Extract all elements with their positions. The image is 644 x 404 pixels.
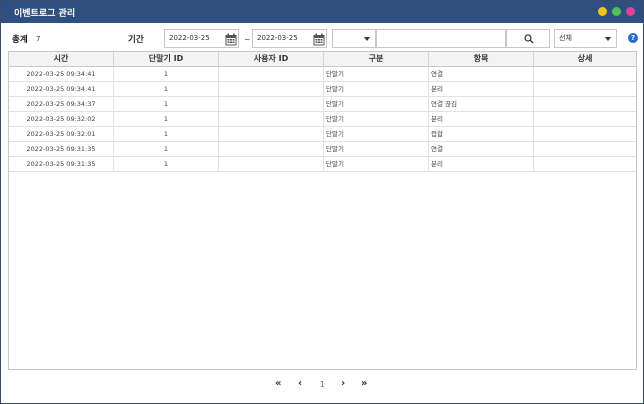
cell-category: 단말기 bbox=[324, 142, 429, 156]
window-controls bbox=[598, 7, 635, 16]
table-header: 시간 단말기 ID 사용자 ID 구분 항목 상세 bbox=[9, 52, 636, 67]
help-icon[interactable]: ? bbox=[628, 33, 638, 43]
column-header-user-id[interactable]: 사용자 ID bbox=[219, 52, 324, 66]
cell-user-id bbox=[219, 142, 324, 156]
cell-category: 단말기 bbox=[324, 97, 429, 111]
cell-detail bbox=[534, 127, 636, 141]
cell-detail bbox=[534, 142, 636, 156]
search-icon bbox=[524, 34, 534, 44]
search-button[interactable] bbox=[506, 29, 550, 48]
scope-value: 선체 bbox=[559, 34, 572, 42]
column-header-item[interactable]: 항목 bbox=[429, 52, 534, 66]
table-row[interactable]: 2022-03-25 09:31:35 1 단말기 연결 bbox=[9, 142, 636, 157]
calendar-icon[interactable] bbox=[313, 33, 325, 46]
table-row[interactable]: 2022-03-25 09:34:37 1 단말기 연결 끊김 bbox=[9, 97, 636, 112]
table-row[interactable]: 2022-03-25 09:32:01 1 단말기 접합 bbox=[9, 127, 636, 142]
cell-time: 2022-03-25 09:34:41 bbox=[9, 82, 114, 96]
filter-toolbar: 총계 7 기간 2022-03-25 ~ 2022-03-25 선체 ? bbox=[1, 27, 643, 49]
event-log-window: 이벤트로그 관리 총계 7 기간 2022-03-25 ~ 2022-03-25 bbox=[0, 0, 644, 404]
cell-detail bbox=[534, 112, 636, 126]
cell-user-id bbox=[219, 82, 324, 96]
cell-user-id bbox=[219, 157, 324, 171]
column-header-time[interactable]: 시간 bbox=[9, 52, 114, 66]
first-page-button[interactable]: « bbox=[275, 378, 281, 389]
cell-terminal-id: 1 bbox=[114, 157, 219, 171]
last-page-button[interactable]: » bbox=[361, 378, 367, 389]
total-count: 7 bbox=[36, 35, 41, 43]
cell-detail bbox=[534, 157, 636, 171]
cell-time: 2022-03-25 09:34:37 bbox=[9, 97, 114, 111]
cell-user-id bbox=[219, 127, 324, 141]
cell-item: 접합 bbox=[429, 127, 534, 141]
filter-type-select[interactable] bbox=[332, 29, 376, 48]
cell-user-id bbox=[219, 112, 324, 126]
title-bar: 이벤트로그 관리 bbox=[1, 1, 643, 23]
cell-terminal-id: 1 bbox=[114, 82, 219, 96]
pagination: « ‹ 1 › » bbox=[1, 378, 643, 392]
cell-time: 2022-03-25 09:31:35 bbox=[9, 157, 114, 171]
cell-terminal-id: 1 bbox=[114, 127, 219, 141]
cell-item: 연결 bbox=[429, 142, 534, 156]
column-header-detail[interactable]: 상세 bbox=[534, 52, 636, 66]
window-title: 이벤트로그 관리 bbox=[14, 8, 76, 19]
calendar-icon[interactable] bbox=[225, 33, 237, 46]
next-page-button[interactable]: › bbox=[341, 378, 345, 389]
cell-detail bbox=[534, 82, 636, 96]
prev-page-button[interactable]: ‹ bbox=[298, 378, 302, 389]
table-row[interactable]: 2022-03-25 09:31:35 1 단말기 분리 bbox=[9, 157, 636, 172]
date-from-value: 2022-03-25 bbox=[169, 34, 210, 42]
cell-category: 단말기 bbox=[324, 157, 429, 171]
close-button[interactable] bbox=[626, 7, 635, 16]
current-page[interactable]: 1 bbox=[320, 380, 325, 389]
date-from-input[interactable]: 2022-03-25 bbox=[164, 29, 239, 48]
minimize-button[interactable] bbox=[598, 7, 607, 16]
scope-select[interactable]: 선체 bbox=[554, 29, 617, 48]
date-separator: ~ bbox=[244, 35, 251, 44]
search-input[interactable] bbox=[376, 29, 506, 48]
cell-item: 분리 bbox=[429, 157, 534, 171]
maximize-button[interactable] bbox=[612, 7, 621, 16]
cell-item: 분리 bbox=[429, 82, 534, 96]
period-label: 기간 bbox=[128, 35, 144, 45]
cell-item: 분리 bbox=[429, 112, 534, 126]
cell-category: 단말기 bbox=[324, 67, 429, 81]
date-to-input[interactable]: 2022-03-25 bbox=[252, 29, 327, 48]
cell-category: 단말기 bbox=[324, 82, 429, 96]
cell-terminal-id: 1 bbox=[114, 142, 219, 156]
cell-time: 2022-03-25 09:32:01 bbox=[9, 127, 114, 141]
total-label: 총계 bbox=[12, 35, 28, 45]
cell-category: 단말기 bbox=[324, 127, 429, 141]
cell-detail bbox=[534, 97, 636, 111]
cell-item: 연결 bbox=[429, 67, 534, 81]
chevron-down-icon bbox=[605, 37, 611, 41]
chevron-down-icon bbox=[364, 37, 370, 41]
cell-detail bbox=[534, 67, 636, 81]
table-row[interactable]: 2022-03-25 09:34:41 1 단말기 연결 bbox=[9, 67, 636, 82]
cell-category: 단말기 bbox=[324, 112, 429, 126]
cell-terminal-id: 1 bbox=[114, 97, 219, 111]
table-row[interactable]: 2022-03-25 09:34:41 1 단말기 분리 bbox=[9, 82, 636, 97]
cell-user-id bbox=[219, 97, 324, 111]
cell-time: 2022-03-25 09:34:41 bbox=[9, 67, 114, 81]
event-log-table: 시간 단말기 ID 사용자 ID 구분 항목 상세 2022-03-25 09:… bbox=[8, 51, 637, 370]
column-header-terminal-id[interactable]: 단말기 ID bbox=[114, 52, 219, 66]
cell-terminal-id: 1 bbox=[114, 112, 219, 126]
cell-terminal-id: 1 bbox=[114, 67, 219, 81]
cell-time: 2022-03-25 09:32:02 bbox=[9, 112, 114, 126]
cell-user-id bbox=[219, 67, 324, 81]
column-header-category[interactable]: 구분 bbox=[324, 52, 429, 66]
cell-time: 2022-03-25 09:31:35 bbox=[9, 142, 114, 156]
table-row[interactable]: 2022-03-25 09:32:02 1 단말기 분리 bbox=[9, 112, 636, 127]
cell-item: 연결 끊김 bbox=[429, 97, 534, 111]
date-to-value: 2022-03-25 bbox=[257, 34, 298, 42]
